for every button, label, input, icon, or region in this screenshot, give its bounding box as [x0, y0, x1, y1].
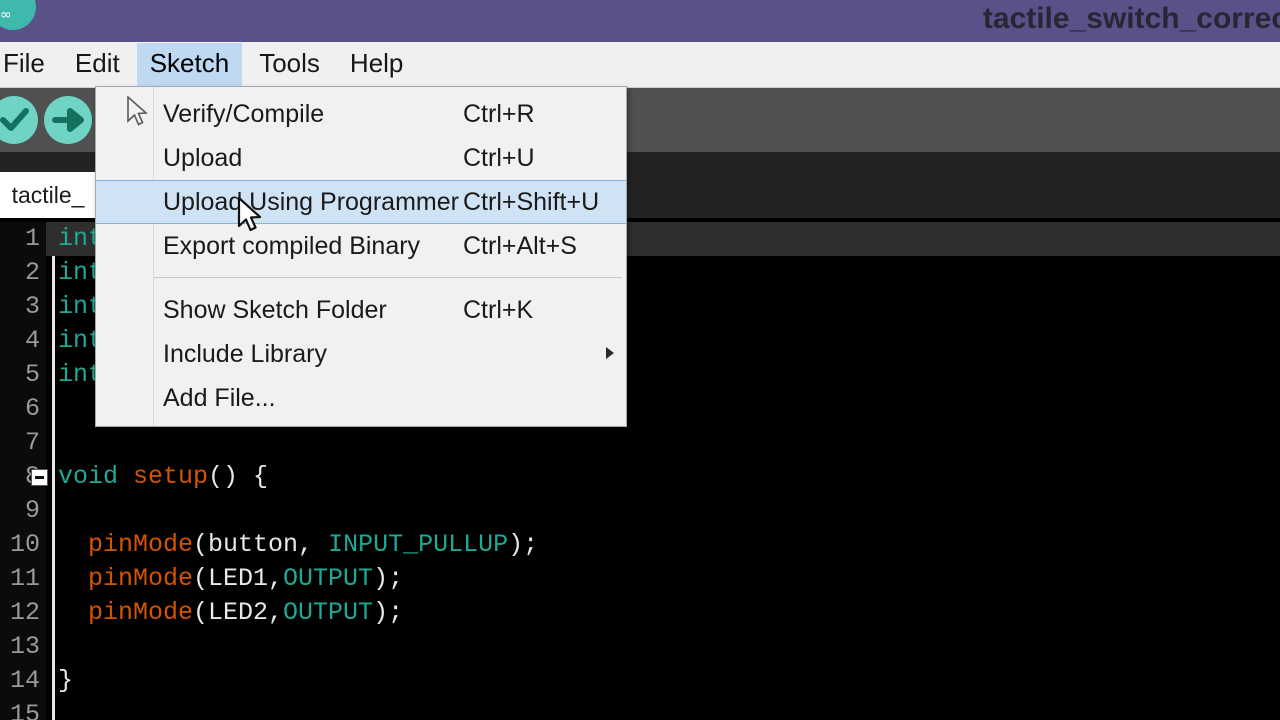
verify-button[interactable] — [0, 96, 38, 144]
sketch-dropdown-menu[interactable]: Verify/Compile Ctrl+R Upload Ctrl+U Upload U… — [95, 86, 627, 427]
code-line-background — [46, 426, 1280, 460]
menu-item-label: Verify/Compile — [163, 99, 325, 128]
menu-bar-item-sketch[interactable]: Sketch — [136, 43, 243, 86]
menu-item-add-file[interactable]: Add File... — [96, 376, 626, 420]
code-token: (button, — [193, 530, 329, 559]
code-line-background — [46, 494, 1280, 528]
menu-separator — [154, 277, 622, 278]
menu-item-show-sketch-folder[interactable]: Show Sketch Folder Ctrl+K — [96, 288, 626, 332]
code-line: 8void setup() { — [0, 460, 1280, 494]
line-number: 2 — [24, 258, 40, 287]
line-number: 1 — [24, 224, 40, 253]
arduino-ide-window: ∞ tactile_switch_correc File Edit Sketch To… — [0, 0, 1280, 720]
submenu-chevron-right-icon — [606, 347, 614, 359]
menu-item-label: Upload Using Programmer — [163, 187, 459, 216]
code-line: 10 pinMode(button, INPUT_PULLUP); — [0, 528, 1280, 562]
line-number: 15 — [9, 700, 40, 720]
code-token: INPUT_PULLUP — [328, 530, 509, 559]
code-token: pinMode — [58, 564, 194, 593]
code-text: void setup() { — [58, 460, 268, 494]
checkmark-icon — [0, 108, 29, 131]
menu-bar-item-help[interactable]: Help — [337, 43, 416, 86]
menu-item-label: Upload — [163, 143, 243, 172]
line-number: 5 — [24, 360, 40, 389]
line-number: 11 — [9, 564, 40, 593]
menu-bar: File Edit Sketch Tools Help — [0, 42, 1280, 88]
code-line: 14} — [0, 664, 1280, 698]
code-text: pinMode(button, INPUT_PULLUP); — [58, 528, 538, 562]
menu-item-label: Add File... — [163, 383, 276, 412]
line-number: 12 — [9, 598, 40, 627]
code-token: pinMode — [58, 530, 194, 559]
code-line-background — [46, 664, 1280, 698]
code-line: 9 — [0, 494, 1280, 528]
code-line: 13 — [0, 630, 1280, 664]
logo-infinity-glyph: ∞ — [0, 7, 12, 23]
code-token: setup — [133, 462, 209, 491]
menu-bar-item-file[interactable]: File — [0, 43, 58, 86]
title-bar: ∞ tactile_switch_correc — [0, 0, 1280, 42]
code-token: pinMode — [58, 598, 194, 627]
arduino-infinity-logo-icon: ∞ — [0, 0, 36, 30]
menu-item-shortcut: Ctrl+R — [463, 99, 535, 128]
menu-item-upload-using-programmer[interactable]: Upload Using Programmer Ctrl+Shift+U — [96, 180, 626, 224]
menu-item-export-compiled-binary[interactable]: Export compiled Binary Ctrl+Alt+S — [96, 224, 626, 268]
code-token: (LED1, — [193, 564, 284, 593]
menu-item-upload[interactable]: Upload Ctrl+U — [96, 136, 626, 180]
code-line: 15 — [0, 698, 1280, 720]
menu-bar-item-edit[interactable]: Edit — [62, 43, 133, 86]
menu-item-shortcut: Ctrl+K — [463, 295, 534, 324]
code-token: () { — [208, 462, 269, 491]
line-number: 13 — [9, 632, 40, 661]
line-number: 10 — [9, 530, 40, 559]
line-number: 6 — [24, 394, 40, 423]
line-number: 7 — [24, 428, 40, 457]
line-number: 14 — [9, 666, 40, 695]
line-number: 9 — [24, 496, 40, 525]
tab-sketch[interactable]: tactile_ — [0, 172, 96, 218]
code-token: void — [58, 462, 134, 491]
code-text: pinMode(LED2,OUTPUT); — [58, 596, 403, 630]
line-number: 4 — [24, 326, 40, 355]
menu-bar-items: File Edit Sketch Tools Help — [0, 42, 418, 87]
menu-item-shortcut: Ctrl+Shift+U — [463, 187, 600, 216]
code-line: 11 pinMode(LED1,OUTPUT); — [0, 562, 1280, 596]
code-token: ); — [373, 598, 404, 627]
code-text: pinMode(LED1,OUTPUT); — [58, 562, 403, 596]
code-token: (LED2, — [193, 598, 284, 627]
code-line: 7 — [0, 426, 1280, 460]
right-arrow-icon — [52, 108, 84, 132]
window-title: tactile_switch_correc — [982, 2, 1280, 35]
menu-item-label: Show Sketch Folder — [163, 295, 387, 324]
menu-item-verify-compile[interactable]: Verify/Compile Ctrl+R — [96, 92, 626, 136]
upload-button[interactable] — [44, 96, 92, 144]
menu-bar-item-tools[interactable]: Tools — [246, 43, 333, 86]
code-token: } — [58, 666, 74, 695]
code-text: } — [58, 664, 73, 698]
menu-item-label: Include Library — [163, 339, 327, 368]
menu-item-label: Export compiled Binary — [163, 231, 421, 260]
code-token: ); — [373, 564, 404, 593]
code-token: OUTPUT — [283, 598, 374, 627]
menu-item-shortcut: Ctrl+U — [463, 143, 535, 172]
code-line: 12 pinMode(LED2,OUTPUT); — [0, 596, 1280, 630]
code-token: ); — [508, 530, 539, 559]
line-number: 3 — [24, 292, 40, 321]
code-line-background — [46, 698, 1280, 720]
code-line-background — [46, 630, 1280, 664]
menu-item-shortcut: Ctrl+Alt+S — [463, 231, 577, 260]
menu-item-include-library[interactable]: Include Library — [96, 332, 626, 376]
code-token: OUTPUT — [283, 564, 374, 593]
code-fold-minus-icon[interactable] — [31, 469, 48, 486]
